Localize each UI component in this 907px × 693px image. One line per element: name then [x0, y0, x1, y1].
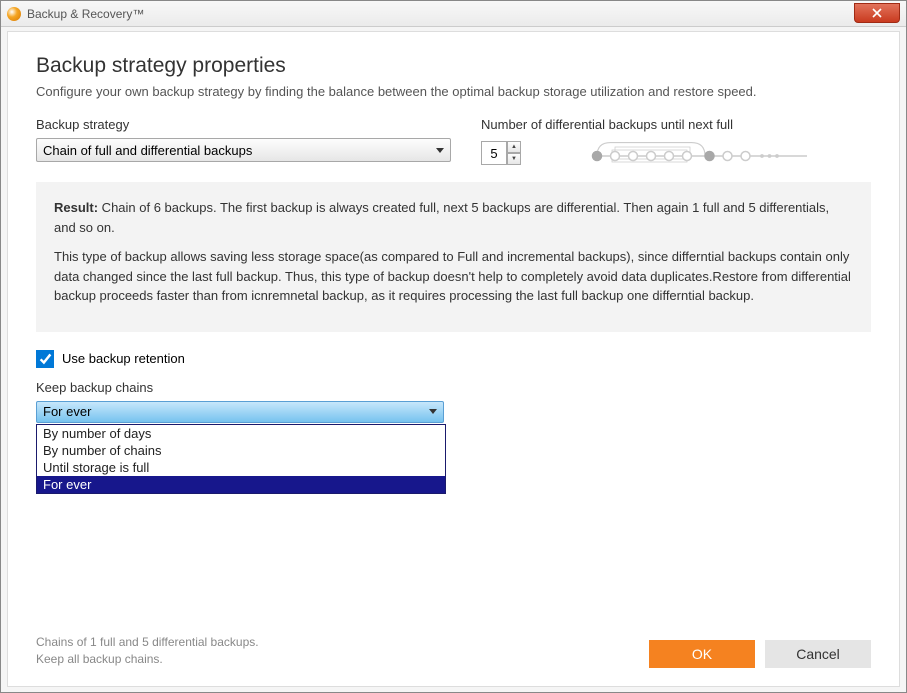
close-icon [872, 8, 882, 18]
titlebar: Backup & Recovery™ [1, 1, 906, 27]
chevron-down-icon [436, 148, 444, 153]
retention-option-forever[interactable]: For ever [37, 476, 445, 493]
result-line1: Chain of 6 backups. The first backup is … [54, 200, 829, 235]
retention-checkbox-label: Use backup retention [62, 351, 185, 366]
retention-option-days[interactable]: By number of days [37, 425, 445, 442]
close-button[interactable] [854, 3, 900, 23]
window: Backup & Recovery™ Backup strategy prope… [0, 0, 907, 693]
cancel-button[interactable]: Cancel [765, 640, 871, 668]
retention-option-chains[interactable]: By number of chains [37, 442, 445, 459]
retention-combo-value: For ever [43, 404, 91, 419]
retention-dropdown: By number of days By number of chains Un… [36, 424, 446, 494]
diff-count-label: Number of differential backups until nex… [481, 117, 871, 132]
footer-summary-line1: Chains of 1 full and 5 differential back… [36, 634, 259, 651]
page-title: Backup strategy properties [36, 54, 871, 78]
app-icon [7, 7, 21, 21]
dialog-footer: Chains of 1 full and 5 differential back… [36, 622, 871, 668]
strategy-combo-value: Chain of full and differential backups [43, 143, 252, 158]
chevron-down-icon [429, 409, 437, 414]
dialog-body: Backup strategy properties Configure you… [7, 31, 900, 687]
footer-summary: Chains of 1 full and 5 differential back… [36, 634, 259, 668]
page-subtitle: Configure your own backup strategy by fi… [36, 84, 871, 99]
result-label: Result: [54, 200, 98, 215]
backup-chain-graphic [533, 138, 871, 168]
retention-option-storage-full[interactable]: Until storage is full [37, 459, 445, 476]
check-icon [39, 352, 52, 365]
window-title: Backup & Recovery™ [27, 7, 144, 21]
strategy-label: Backup strategy [36, 117, 451, 132]
ok-button[interactable]: OK [649, 640, 755, 668]
footer-summary-line2: Keep all backup chains. [36, 651, 259, 668]
diff-count-input[interactable] [481, 141, 507, 165]
retention-checkbox[interactable] [36, 350, 54, 368]
keep-chains-label: Keep backup chains [36, 380, 871, 395]
diff-count-down[interactable]: ▼ [507, 153, 521, 165]
strategy-combo[interactable]: Chain of full and differential backups [36, 138, 451, 162]
retention-combo[interactable]: For ever By number of days By number of … [36, 401, 444, 423]
diff-count-up[interactable]: ▲ [507, 141, 521, 153]
result-panel: Result: Chain of 6 backups. The first ba… [36, 182, 871, 332]
result-line2: This type of backup allows saving less s… [54, 247, 853, 306]
